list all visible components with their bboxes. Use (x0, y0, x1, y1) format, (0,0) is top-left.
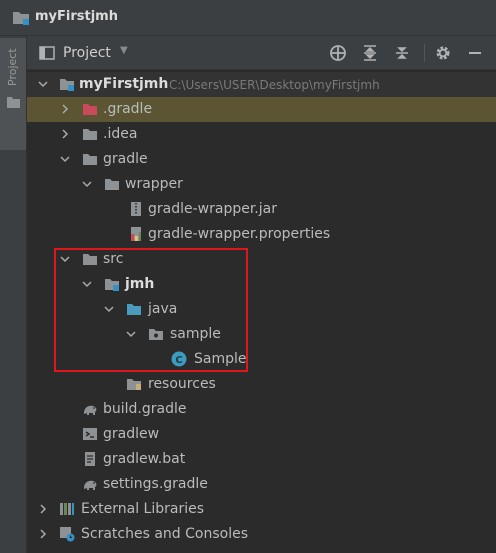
project-tool-tab-label: Project (6, 48, 19, 86)
project-folder-icon (13, 12, 29, 25)
project-panel-header: Project ▼ (27, 36, 496, 70)
library-icon (60, 503, 74, 515)
tree-label: settings.gradle (103, 476, 208, 492)
tree-label: wrapper (125, 176, 183, 192)
tree-label: gradlew.bat (103, 451, 186, 467)
minimize-icon (469, 52, 481, 54)
minimize-panel-button[interactable] (465, 43, 485, 63)
batch-file-icon (85, 452, 95, 466)
shell-script-icon (83, 428, 97, 440)
expand-all-icon (364, 45, 376, 61)
chevron-right-icon[interactable] (59, 103, 71, 115)
tree-row-idea[interactable]: .idea (27, 122, 496, 147)
title-bar: myFirstjmh (0, 0, 496, 36)
tree-label: gradle (103, 151, 148, 167)
gradle-elephant-icon (84, 480, 97, 490)
collapse-all-button[interactable] (392, 43, 412, 63)
locate-file-button[interactable] (328, 43, 348, 63)
chevron-right-icon[interactable] (37, 503, 49, 515)
resources-folder-icon (127, 379, 141, 390)
scratches-icon (60, 527, 75, 542)
tree-row-gradlew-bat[interactable]: gradlew.bat (27, 447, 496, 472)
tree-row-scratches[interactable]: Scratches and Consoles (27, 522, 496, 547)
tree-label: External Libraries (81, 501, 204, 517)
gear-icon (436, 46, 450, 60)
tree-label: build.gradle (103, 401, 187, 417)
chevron-down-icon[interactable]: ▼ (120, 45, 128, 56)
tree-row-build-gradle[interactable]: build.gradle (27, 397, 496, 422)
window-title: myFirstjmh (35, 9, 118, 24)
expand-all-button[interactable] (360, 43, 380, 63)
project-view-title[interactable]: Project (63, 45, 111, 61)
chevron-down-icon[interactable] (81, 178, 93, 190)
folder-icon (7, 97, 20, 108)
tree-row-gradle[interactable]: gradle (27, 147, 496, 172)
collapse-all-icon (396, 47, 408, 59)
tree-row-settings-gradle[interactable]: settings.gradle (27, 472, 496, 497)
excluded-folder-icon (83, 104, 97, 115)
folder-icon (105, 179, 119, 190)
module-folder-icon (60, 79, 74, 91)
archive-file-icon (131, 202, 141, 216)
tree-label: gradlew (103, 426, 160, 442)
tree-label: myFirstjmh (79, 76, 169, 92)
tree-row-dot-gradle[interactable]: .gradle (27, 97, 496, 122)
left-tool-stripe: Project (0, 36, 27, 553)
folder-icon (83, 154, 97, 165)
chevron-down-icon[interactable] (59, 153, 71, 165)
tree-row-external-libraries[interactable]: External Libraries (27, 497, 496, 522)
tree-row-gradlew[interactable]: gradlew (27, 422, 496, 447)
settings-button[interactable] (433, 43, 453, 63)
project-tool-tab[interactable]: Project (0, 38, 26, 150)
gradle-elephant-icon (84, 405, 97, 415)
chevron-right-icon[interactable] (37, 528, 49, 540)
tree-label: .idea (103, 126, 138, 142)
tree-path: C:\Users\USER\Desktop\myFirstjmh (169, 78, 380, 92)
tree-label: gradle-wrapper.jar (148, 201, 277, 217)
chevron-right-icon[interactable] (59, 128, 71, 140)
tree-row-root[interactable]: myFirstjmh C:\Users\USER\Desktop\myFirst… (27, 72, 496, 97)
tree-label: .gradle (103, 101, 153, 117)
tree-row-resources[interactable]: resources (27, 372, 496, 397)
tree-row-wrapper-jar[interactable]: gradle-wrapper.jar (27, 197, 496, 222)
tree-label: Scratches and Consoles (81, 526, 248, 542)
tree-row-wrapper-properties[interactable]: gradle-wrapper.properties (27, 222, 496, 247)
tree-label: resources (148, 376, 216, 392)
folder-icon (83, 129, 97, 140)
project-view-icon (39, 46, 55, 60)
highlight-box (54, 248, 248, 372)
toolbar-separator (424, 44, 425, 62)
chevron-down-icon[interactable] (37, 78, 49, 90)
tree-label: gradle-wrapper.properties (148, 226, 331, 242)
properties-file-icon (131, 227, 141, 241)
tree-row-wrapper[interactable]: wrapper (27, 172, 496, 197)
crosshair-icon (330, 45, 346, 61)
